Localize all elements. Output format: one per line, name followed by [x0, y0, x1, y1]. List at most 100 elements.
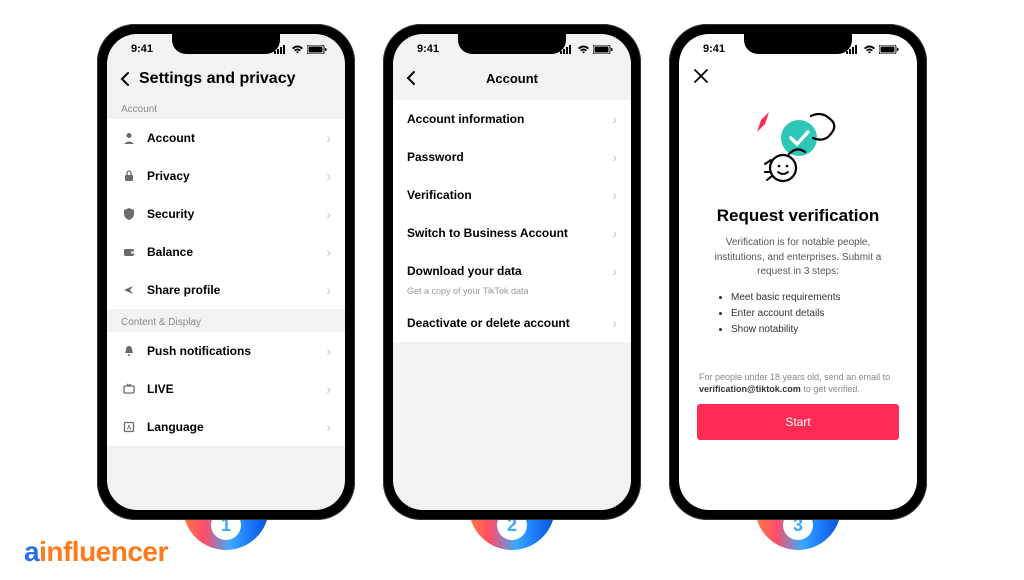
share-icon: [121, 282, 137, 298]
header-account: Account: [393, 64, 631, 94]
chevron-right-icon: ›: [612, 225, 617, 241]
shield-icon: [121, 206, 137, 222]
bell-icon: [121, 343, 137, 359]
row-label: Password: [407, 150, 612, 164]
list-content: Push notifications › LIVE › A Language ›: [107, 332, 345, 446]
age-note: For people under 18 years old, send an e…: [679, 371, 917, 404]
status-icons: [846, 45, 901, 54]
row-label: LIVE: [147, 382, 326, 396]
row-deactivate[interactable]: Deactivate or delete account ›: [393, 304, 631, 342]
screen-settings: 9:41 Settings and privacy Account: [107, 34, 345, 510]
brand-rest: influencer: [39, 536, 168, 567]
verification-description: Verification is for notable people, inst…: [679, 236, 917, 290]
globe-icon: A: [121, 419, 137, 435]
brand-logo: ainfluencer: [24, 536, 168, 568]
row-live[interactable]: LIVE ›: [107, 370, 345, 408]
battery-icon: [879, 45, 899, 54]
page-title: Settings and privacy: [139, 70, 296, 88]
status-icons: [560, 45, 615, 54]
header-settings: Settings and privacy: [107, 64, 345, 96]
back-icon[interactable]: [119, 71, 139, 87]
row-privacy[interactable]: Privacy ›: [107, 157, 345, 195]
notch: [172, 32, 280, 54]
wifi-icon: [863, 45, 876, 54]
row-label: Switch to Business Account: [407, 226, 612, 240]
notch: [458, 32, 566, 54]
row-download-data[interactable]: Download your data ›: [393, 252, 631, 290]
row-label: Security: [147, 207, 326, 221]
row-label: Verification: [407, 188, 612, 202]
step-item: Meet basic requirements: [731, 290, 879, 306]
age-note-email: verification@tiktok.com: [699, 384, 801, 394]
chevron-right-icon: ›: [326, 419, 331, 435]
row-switch-business[interactable]: Switch to Business Account ›: [393, 214, 631, 252]
row-account-information[interactable]: Account information ›: [393, 100, 631, 138]
verification-illustration: [679, 84, 917, 196]
row-label: Balance: [147, 245, 326, 259]
battery-icon: [593, 45, 613, 54]
phone-1: 9:41 Settings and privacy Account: [97, 24, 355, 520]
start-button[interactable]: Start: [697, 404, 899, 440]
row-label: Deactivate or delete account: [407, 316, 612, 330]
lock-icon: [121, 168, 137, 184]
chevron-right-icon: ›: [326, 282, 331, 298]
row-balance[interactable]: Balance ›: [107, 233, 345, 271]
list-account-menu: Account information › Password › Verific…: [393, 100, 631, 342]
phone-1-wrap: 9:41 Settings and privacy Account: [97, 24, 355, 520]
svg-text:A: A: [127, 426, 132, 432]
row-language[interactable]: A Language ›: [107, 408, 345, 446]
row-verification[interactable]: Verification ›: [393, 176, 631, 214]
row-account[interactable]: Account ›: [107, 119, 345, 157]
status-time: 9:41: [123, 43, 153, 55]
chevron-right-icon: ›: [612, 315, 617, 331]
chevron-right-icon: ›: [326, 168, 331, 184]
status-icons: [274, 45, 329, 54]
row-label: Share profile: [147, 283, 326, 297]
row-share-profile[interactable]: Share profile ›: [107, 271, 345, 309]
row-push-notifications[interactable]: Push notifications ›: [107, 332, 345, 370]
row-label: Push notifications: [147, 344, 326, 358]
step-item: Enter account details: [731, 306, 879, 322]
verification-title: Request verification: [679, 196, 917, 236]
row-password[interactable]: Password ›: [393, 138, 631, 176]
row-label: Account: [147, 131, 326, 145]
phone-2-wrap: 9:41 Account Account information: [383, 24, 641, 520]
chevron-right-icon: ›: [326, 130, 331, 146]
row-label: Download your data: [407, 264, 612, 278]
chevron-right-icon: ›: [326, 381, 331, 397]
row-label: Account information: [407, 112, 612, 126]
page-title: Account: [486, 71, 538, 86]
verification-steps: Meet basic requirements Enter account de…: [679, 290, 917, 338]
chevron-right-icon: ›: [326, 343, 331, 359]
wifi-icon: [291, 45, 304, 54]
chevron-right-icon: ›: [326, 244, 331, 260]
screen-verification: 9:41: [679, 34, 917, 510]
screen-account: 9:41 Account Account information: [393, 34, 631, 510]
section-label-content: Content & Display: [107, 309, 345, 332]
status-time: 9:41: [695, 43, 725, 55]
age-note-suffix: to get verified.: [801, 384, 860, 394]
phone-3: 9:41: [669, 24, 927, 520]
status-time: 9:41: [409, 43, 439, 55]
row-label: Privacy: [147, 169, 326, 183]
section-label-account: Account: [107, 96, 345, 119]
back-icon[interactable]: [405, 70, 425, 86]
age-note-text: For people under 18 years old, send an e…: [699, 372, 890, 382]
chevron-right-icon: ›: [326, 206, 331, 222]
chevron-right-icon: ›: [612, 111, 617, 127]
row-security[interactable]: Security ›: [107, 195, 345, 233]
list-account: Account › Privacy › Security ›: [107, 119, 345, 309]
chevron-right-icon: ›: [612, 149, 617, 165]
phone-2: 9:41 Account Account information: [383, 24, 641, 520]
notch: [744, 32, 852, 54]
battery-icon: [307, 45, 327, 54]
tv-icon: [121, 381, 137, 397]
chevron-right-icon: ›: [612, 187, 617, 203]
wallet-icon: [121, 244, 137, 260]
brand-a: a: [24, 536, 39, 567]
phone-row: 9:41 Settings and privacy Account: [0, 0, 1024, 520]
close-icon[interactable]: [679, 64, 917, 84]
row-label: Language: [147, 420, 326, 434]
step-item: Show notability: [731, 322, 879, 338]
chevron-right-icon: ›: [612, 263, 617, 279]
